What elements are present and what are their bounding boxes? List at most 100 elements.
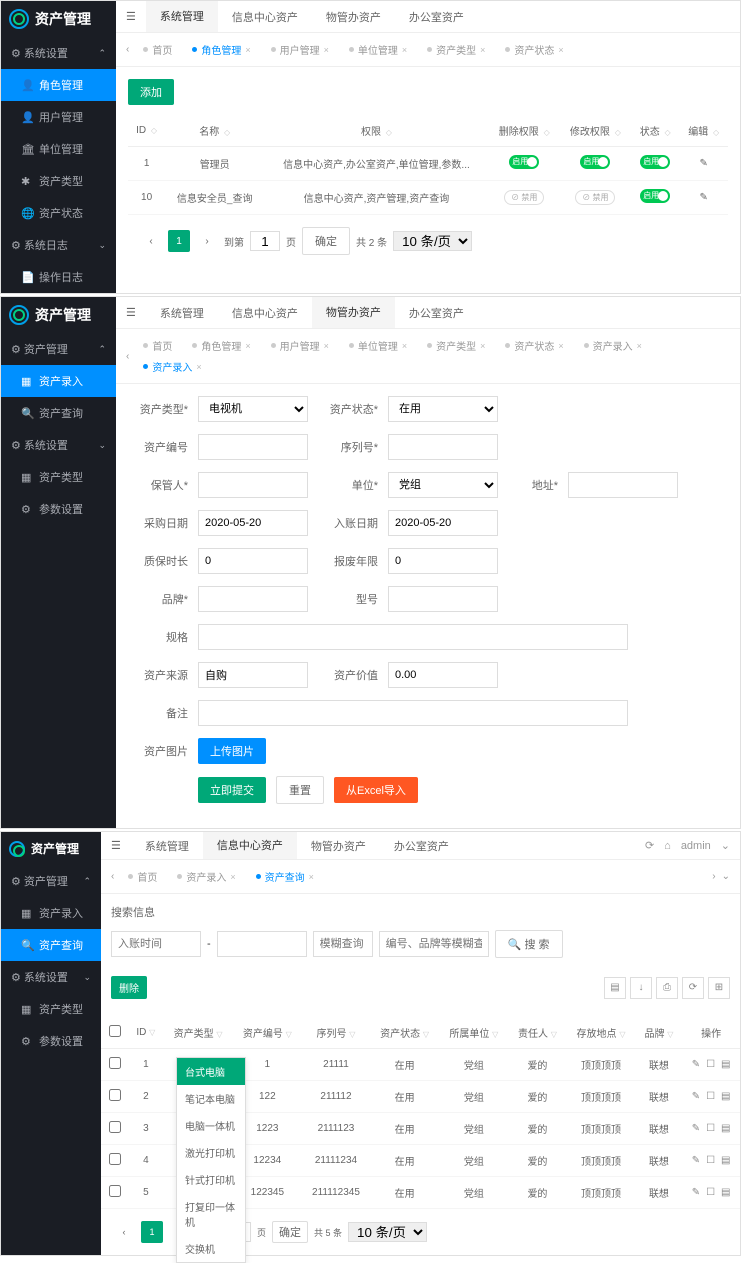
table-header[interactable]: 操作: [682, 1017, 740, 1049]
edit-icon[interactable]: ✎: [700, 158, 708, 169]
breadcrumb-tab[interactable]: 首页: [135, 335, 180, 356]
delete-icon[interactable]: ▤: [721, 1155, 730, 1166]
breadcrumb-back-icon[interactable]: ‹: [111, 871, 114, 882]
close-icon[interactable]: ×: [402, 341, 407, 351]
breadcrumb-tab[interactable]: 角色管理×: [184, 39, 258, 60]
in-time-input[interactable]: [111, 931, 201, 957]
table-header[interactable]: 所属单位 ▽: [439, 1017, 508, 1049]
user-label[interactable]: admin: [681, 840, 711, 852]
table-header[interactable]: 权限 ◇: [264, 115, 489, 147]
nav-group[interactable]: ⚙ 系统日志⌄: [1, 229, 116, 261]
perpage-select[interactable]: 10 条/页: [393, 231, 472, 251]
dropdown-item[interactable]: 交换机: [177, 1235, 245, 1255]
edit-icon[interactable]: ✎: [692, 1123, 700, 1134]
edit-icon[interactable]: ✎: [692, 1187, 700, 1198]
nav-item[interactable]: 🏛单位管理: [1, 133, 116, 165]
print-icon[interactable]: ⎙: [656, 977, 678, 999]
close-icon[interactable]: ×: [309, 872, 314, 882]
table-header[interactable]: 品牌 ▽: [636, 1017, 683, 1049]
breadcrumb-next-icon[interactable]: ›: [712, 871, 715, 882]
table-header[interactable]: 名称 ◇: [165, 115, 264, 147]
close-icon[interactable]: ×: [480, 45, 485, 55]
perpage-select[interactable]: 10 条/页: [348, 1222, 427, 1242]
table-header[interactable]: 资产状态 ▽: [370, 1017, 439, 1049]
breadcrumb-tab[interactable]: 资产录入×: [169, 866, 243, 887]
view-icon[interactable]: ☐: [706, 1059, 715, 1070]
page-prev-icon[interactable]: ‹: [140, 230, 162, 252]
fuzzy-label-input[interactable]: [313, 931, 373, 957]
upload-button[interactable]: 上传图片: [198, 738, 266, 764]
close-icon[interactable]: ×: [230, 872, 235, 882]
home-icon[interactable]: ⌂: [664, 840, 671, 852]
nav-item[interactable]: ▦资产录入: [1, 365, 116, 397]
user-chevron-icon[interactable]: ⌄: [721, 839, 730, 852]
nav-item[interactable]: ▦资产类型: [1, 461, 116, 493]
breadcrumb-back-icon[interactable]: ‹: [126, 351, 129, 362]
search-button[interactable]: 🔍 搜 索: [495, 930, 563, 958]
nav-item[interactable]: 📄操作日志: [1, 261, 116, 293]
delete-icon[interactable]: ▤: [721, 1059, 730, 1070]
dropdown-item[interactable]: 针式打印机: [177, 1166, 245, 1193]
table-header[interactable]: 资产类型 ▽: [163, 1017, 232, 1049]
close-icon[interactable]: ×: [637, 341, 642, 351]
topnav-item[interactable]: 办公室资产: [380, 832, 463, 859]
toggle-disabled[interactable]: ⊘ 禁用: [575, 190, 615, 205]
remark-input[interactable]: [198, 700, 628, 726]
dropdown-item[interactable]: 激光打印机: [177, 1139, 245, 1166]
edit-icon[interactable]: ✎: [692, 1059, 700, 1070]
row-checkbox[interactable]: [109, 1121, 121, 1133]
topnav-item[interactable]: 物管办资产: [312, 1, 395, 32]
nav-item[interactable]: 👤角色管理: [1, 69, 116, 101]
breadcrumb-tab[interactable]: 用户管理×: [263, 335, 337, 356]
page-prev-icon[interactable]: ‹: [113, 1221, 135, 1243]
topnav-item[interactable]: 办公室资产: [395, 297, 478, 328]
asset-status-select[interactable]: 在用: [388, 396, 498, 422]
serial-input[interactable]: [388, 434, 498, 460]
edit-icon[interactable]: ✎: [700, 192, 708, 203]
nav-item[interactable]: 🔍资产查询: [1, 397, 116, 429]
menu-toggle-icon[interactable]: ☰: [116, 297, 146, 328]
edit-icon[interactable]: ✎: [692, 1091, 700, 1102]
nav-item[interactable]: 🌐资产状态: [1, 197, 116, 229]
close-icon[interactable]: ×: [245, 45, 250, 55]
add-button[interactable]: 添加: [128, 79, 174, 105]
topnav-item[interactable]: 物管办资产: [297, 832, 380, 859]
nav-item[interactable]: ▦资产录入: [1, 897, 101, 929]
in-time-end-input[interactable]: [217, 931, 307, 957]
toggle-switch[interactable]: 启用: [640, 189, 670, 203]
asset-no-input[interactable]: [198, 434, 308, 460]
breadcrumb-tab[interactable]: 资产录入×: [576, 335, 650, 356]
nav-group[interactable]: ⚙ 系统设置⌃: [1, 37, 116, 69]
model-input[interactable]: [388, 586, 498, 612]
nav-group[interactable]: ⚙ 系统设置⌄: [1, 429, 116, 461]
close-icon[interactable]: ×: [558, 45, 563, 55]
columns-icon[interactable]: ⊞: [708, 977, 730, 999]
table-header[interactable]: ID ▽: [128, 1017, 163, 1049]
breadcrumb-back-icon[interactable]: ‹: [126, 44, 129, 55]
submit-button[interactable]: 立即提交: [198, 777, 266, 803]
buy-date-input[interactable]: [198, 510, 308, 536]
table-header[interactable]: 存放地点 ▽: [566, 1017, 635, 1049]
table-header[interactable]: 编辑 ◇: [679, 115, 728, 147]
nav-item[interactable]: 🔍资产查询: [1, 929, 101, 961]
price-input[interactable]: [388, 662, 498, 688]
goto-input[interactable]: [250, 231, 280, 251]
close-icon[interactable]: ×: [324, 45, 329, 55]
breadcrumb-tab[interactable]: 资产状态×: [497, 39, 571, 60]
nav-item[interactable]: ⚙参数设置: [1, 493, 116, 525]
nav-group[interactable]: ⚙ 系统设置⌄: [1, 961, 101, 993]
refresh-icon[interactable]: ⟳: [645, 839, 654, 852]
view-icon[interactable]: ☐: [706, 1091, 715, 1102]
table-header[interactable]: 责任人 ▽: [509, 1017, 567, 1049]
table-header[interactable]: 修改权限 ◇: [560, 115, 631, 147]
breadcrumb-tab[interactable]: 首页: [120, 866, 165, 887]
close-icon[interactable]: ×: [558, 341, 563, 351]
toggle-switch[interactable]: 启用: [640, 155, 670, 169]
table-header[interactable]: 资产编号 ▽: [233, 1017, 302, 1049]
close-icon[interactable]: ×: [480, 341, 485, 351]
topnav-item[interactable]: 信息中心资产: [218, 297, 312, 328]
brand-input[interactable]: [198, 586, 308, 612]
breadcrumb-tab[interactable]: 角色管理×: [184, 335, 258, 356]
table-header[interactable]: 删除权限 ◇: [489, 115, 560, 147]
export-icon[interactable]: ↓: [630, 977, 652, 999]
